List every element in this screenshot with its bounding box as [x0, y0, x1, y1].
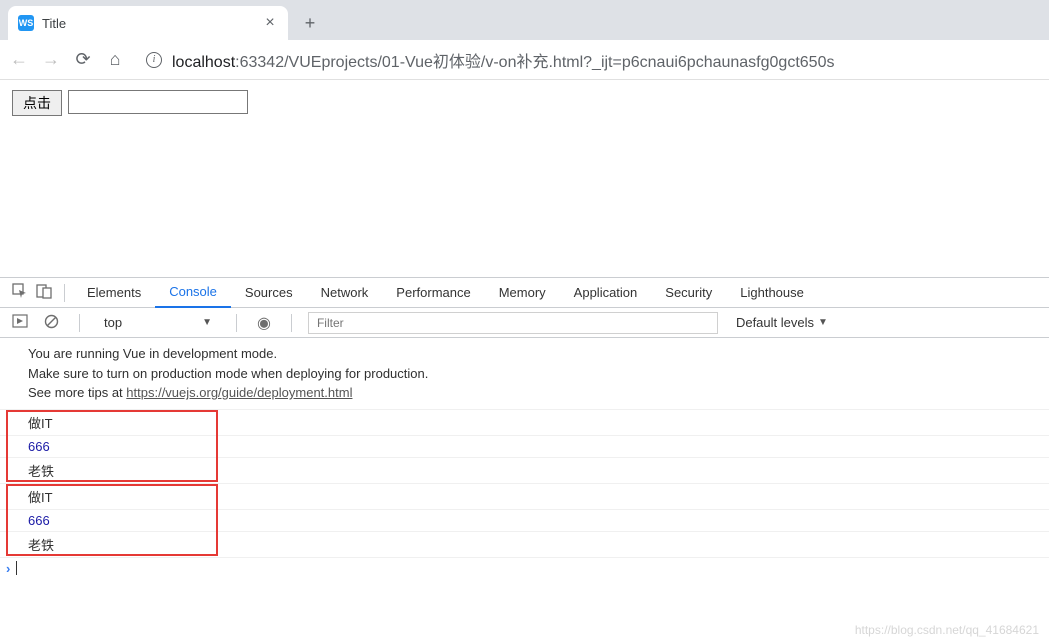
devtools-tab-memory[interactable]: Memory	[485, 278, 560, 308]
home-icon[interactable]: ⌂	[106, 49, 124, 70]
devtools-panel: ElementsConsoleSourcesNetworkPerformance…	[0, 277, 1049, 643]
close-icon[interactable]: ×	[262, 14, 278, 32]
devtools-tab-performance[interactable]: Performance	[382, 278, 484, 308]
eye-icon[interactable]: ◉	[253, 313, 275, 333]
chevron-down-icon: ▼	[818, 317, 828, 328]
devtools-tab-network[interactable]: Network	[307, 278, 383, 308]
devtools-tab-elements[interactable]: Elements	[73, 278, 155, 308]
log-line: 老铁	[0, 532, 1049, 558]
favicon-icon: WS	[18, 15, 34, 31]
play-icon[interactable]	[8, 313, 32, 332]
log-line: 老铁	[0, 458, 1049, 484]
reload-icon[interactable]: ⟳	[74, 49, 92, 70]
log-line: 做IT	[0, 484, 1049, 510]
log-group: 做IT 666 老铁	[0, 410, 1049, 484]
cursor	[16, 561, 17, 575]
address-bar[interactable]: i localhost:63342/VUEprojects/01-Vue初体验/…	[138, 48, 1039, 72]
console-filter-bar: top ▼ ◉ Default levels ▼	[0, 308, 1049, 338]
prompt-caret-icon: ›	[6, 561, 10, 576]
click-button[interactable]: 点击	[12, 90, 62, 116]
browser-tab-bar: WS Title × +	[0, 0, 1049, 40]
log-levels-select[interactable]: Default levels ▼	[726, 315, 838, 330]
url-text: localhost:63342/VUEprojects/01-Vue初体验/v-…	[172, 48, 834, 72]
new-tab-button[interactable]: +	[296, 9, 324, 37]
chevron-down-icon: ▼	[202, 317, 212, 328]
tab-title: Title	[42, 16, 254, 31]
context-value: top	[104, 315, 122, 330]
text-input[interactable]	[68, 90, 248, 114]
inspect-icon[interactable]	[8, 283, 32, 302]
devtools-tab-application[interactable]: Application	[560, 278, 652, 308]
devtools-tab-security[interactable]: Security	[651, 278, 726, 308]
context-select[interactable]: top ▼	[96, 313, 220, 332]
forward-icon[interactable]: →	[42, 49, 60, 70]
console-body[interactable]: You are running Vue in development mode.…	[0, 338, 1049, 643]
back-icon[interactable]: ←	[10, 49, 28, 70]
console-warning: You are running Vue in development mode.…	[0, 338, 1049, 410]
device-icon[interactable]	[32, 283, 56, 302]
deployment-link[interactable]: https://vuejs.org/guide/deployment.html	[126, 385, 352, 400]
log-line: 666	[0, 510, 1049, 532]
browser-tab[interactable]: WS Title ×	[8, 6, 288, 40]
devtools-tab-bar: ElementsConsoleSourcesNetworkPerformance…	[0, 278, 1049, 308]
log-group: 做IT 666 老铁	[0, 484, 1049, 558]
log-line: 666	[0, 436, 1049, 458]
page-content: 点击	[0, 80, 1049, 126]
devtools-tab-console[interactable]: Console	[155, 278, 231, 308]
info-icon[interactable]: i	[146, 52, 162, 68]
filter-input[interactable]	[308, 312, 718, 334]
watermark: https://blog.csdn.net/qq_41684621	[855, 623, 1039, 637]
devtools-tab-sources[interactable]: Sources	[231, 278, 307, 308]
levels-label: Default levels	[736, 315, 814, 330]
devtools-tab-lighthouse[interactable]: Lighthouse	[726, 278, 818, 308]
clear-icon[interactable]	[40, 314, 63, 332]
browser-toolbar: ← → ⟳ ⌂ i localhost:63342/VUEprojects/01…	[0, 40, 1049, 80]
log-line: 做IT	[0, 410, 1049, 436]
console-prompt[interactable]: ›	[0, 558, 1049, 579]
